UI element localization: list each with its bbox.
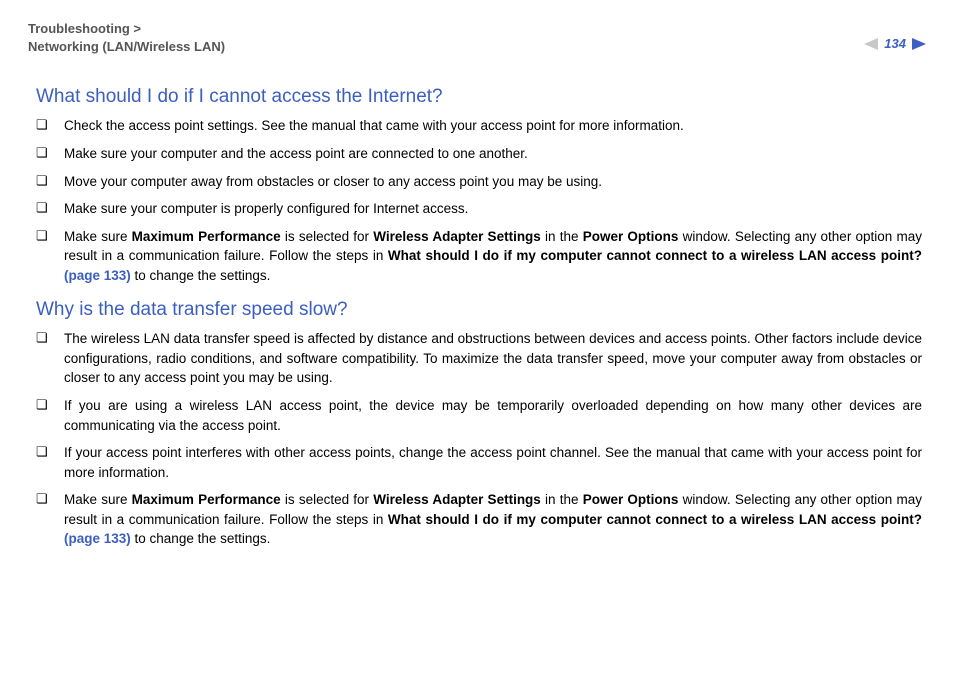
list-item: If your access point interferes with oth… [36,443,922,482]
page-link[interactable]: (page 133) [64,268,131,283]
page: Troubleshooting > Networking (LAN/Wirele… [0,0,954,674]
list-item: Make sure your computer and the access p… [36,144,922,164]
page-link[interactable]: (page 133) [64,531,131,546]
section-title-speed: Why is the data transfer speed slow? [36,299,922,321]
list-item: If you are using a wireless LAN access p… [36,396,922,435]
checklist-speed: The wireless LAN data transfer speed is … [36,329,922,549]
prev-page-icon[interactable] [864,38,878,50]
list-item: Make sure Maximum Performance is selecte… [36,490,922,549]
list-item: Make sure your computer is properly conf… [36,199,922,219]
main-content: What should I do if I cannot access the … [28,86,926,549]
list-item: Move your computer away from obstacles o… [36,172,922,192]
list-item: Check the access point settings. See the… [36,116,922,136]
page-number-nav: 134 [864,36,926,51]
breadcrumb-line1: Troubleshooting > [28,21,141,36]
checklist-internet: Check the access point settings. See the… [36,116,922,285]
list-item: Make sure Maximum Performance is selecte… [36,227,922,286]
breadcrumb: Troubleshooting > Networking (LAN/Wirele… [28,20,225,56]
section-title-internet: What should I do if I cannot access the … [36,86,922,108]
breadcrumb-line2: Networking (LAN/Wireless LAN) [28,39,225,54]
next-page-icon[interactable] [912,38,926,50]
page-header: Troubleshooting > Networking (LAN/Wirele… [28,20,926,56]
page-number: 134 [884,36,906,51]
list-item: The wireless LAN data transfer speed is … [36,329,922,388]
